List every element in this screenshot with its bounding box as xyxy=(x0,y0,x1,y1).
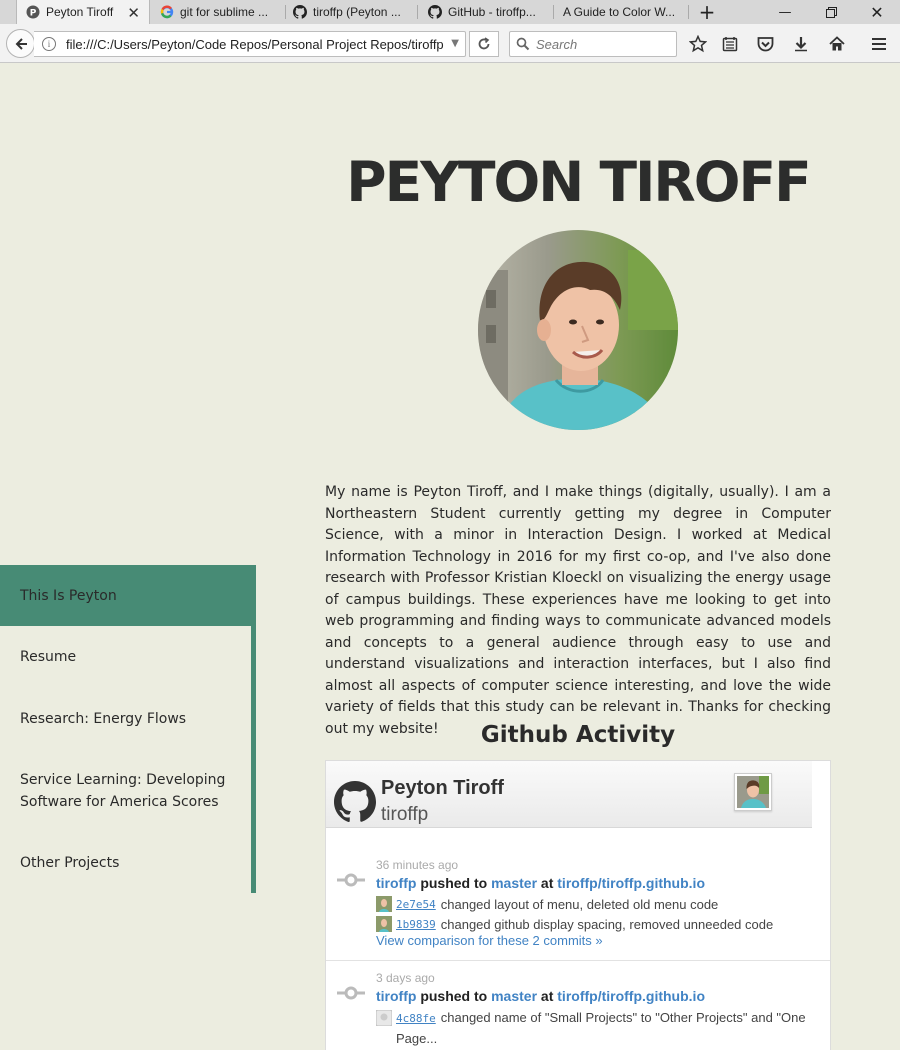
google-icon xyxy=(160,5,174,19)
back-arrow-icon xyxy=(15,37,27,50)
reload-button[interactable] xyxy=(469,31,499,57)
bio-paragraph: My name is Peyton Tiroff, and I make thi… xyxy=(325,484,831,737)
navigation-toolbar: i file:///C:/Users/Peyton/Code Repos/Per… xyxy=(0,24,900,63)
tab-github-tiroffp[interactable]: GitHub - tiroffp... xyxy=(426,0,554,24)
event-summary: tiroffp pushed to master at tiroffp/tiro… xyxy=(376,988,705,1004)
site-p-icon: P xyxy=(26,5,40,19)
home-icon xyxy=(829,35,845,50)
event-at: at xyxy=(540,875,554,891)
commit-entry: 1b9839 changed github display spacing, r… xyxy=(376,916,773,932)
commit-avatar-icon xyxy=(376,896,392,912)
pocket-button[interactable] xyxy=(750,24,780,63)
github-event: 3 days ago tiroffp pushed to master at t… xyxy=(326,960,830,1050)
url-bar[interactable]: i file:///C:/Users/Peyton/Code Repos/Per… xyxy=(34,31,466,57)
search-box[interactable] xyxy=(509,31,677,57)
menu-item-label: Other Projects xyxy=(20,855,120,871)
bookmark-star-button[interactable] xyxy=(683,24,713,63)
page-content: PEYTON TIROFF My name is Peyton Tiroff, … xyxy=(0,63,900,1050)
menu-item-this-is-peyton[interactable]: This Is Peyton xyxy=(0,565,256,626)
url-dropdown-icon[interactable]: ▼ xyxy=(451,38,459,49)
tab-git-for-sublime[interactable]: git for sublime ... xyxy=(158,0,286,24)
download-button[interactable] xyxy=(786,24,816,63)
event-at: at xyxy=(540,988,554,1004)
event-branch-link[interactable]: master xyxy=(491,988,537,1004)
tab-label: git for sublime ... xyxy=(180,5,269,19)
tab-label: A Guide to Color W... xyxy=(563,5,676,19)
search-input[interactable] xyxy=(536,36,671,53)
hamburger-menu-icon xyxy=(872,37,886,50)
menu-item-label: This Is Peyton xyxy=(20,588,117,604)
github-icon xyxy=(293,5,307,19)
menu-item-label: Service Learning: Developing Software fo… xyxy=(20,772,226,810)
tab-color-guide[interactable]: A Guide to Color W... xyxy=(563,0,689,24)
svg-text:P: P xyxy=(30,9,37,19)
tab-label: tiroffp (Peyton ... xyxy=(313,5,401,19)
tab-tiroffp-github[interactable]: tiroffp (Peyton ... xyxy=(291,0,418,24)
menu-item-label: Resume xyxy=(20,649,77,665)
event-time: 3 days ago xyxy=(376,971,435,985)
commit-message: changed name of "Small Projects" to "Oth… xyxy=(396,1010,806,1046)
url-text[interactable]: file:///C:/Users/Peyton/Code Repos/Perso… xyxy=(66,37,444,53)
github-activity-heading: Github Activity xyxy=(480,722,676,748)
tab-peyton-tiroff[interactable]: P Peyton Tiroff ✕ xyxy=(16,0,150,24)
event-user-link[interactable]: tiroffp xyxy=(376,875,416,891)
view-comparison-link[interactable]: View comparison for these 2 commits » xyxy=(376,933,603,948)
tab-label: GitHub - tiroffp... xyxy=(448,5,536,19)
event-time: 36 minutes ago xyxy=(376,858,459,872)
back-button[interactable] xyxy=(6,29,35,58)
bookmark-star-icon xyxy=(689,34,707,52)
search-icon xyxy=(516,37,530,51)
menu-item-service-learning[interactable]: Service Learning: Developing Software fo… xyxy=(0,769,240,813)
restore-icon xyxy=(825,6,837,18)
reading-list-icon xyxy=(722,36,738,51)
commit-avatar-icon xyxy=(376,916,392,932)
commit-sha-link[interactable]: 2e7e54 xyxy=(396,898,436,911)
event-repo-link[interactable]: tiroffp/tiroffp.github.io xyxy=(557,875,705,891)
close-tab-icon[interactable]: ✕ xyxy=(127,4,140,22)
github-user-name[interactable]: Peyton Tiroff xyxy=(381,777,504,800)
site-info-icon[interactable]: i xyxy=(42,37,56,51)
github-user-login[interactable]: tiroffp xyxy=(381,804,428,826)
github-avatar[interactable] xyxy=(734,773,772,811)
commit-sha-link[interactable]: 1b9839 xyxy=(396,918,436,931)
github-activity-widget: Peyton Tiroff tiroffp 36 minutes ago tir… xyxy=(325,760,831,1050)
reload-icon xyxy=(478,37,490,50)
event-repo-link[interactable]: tiroffp/tiroffp.github.io xyxy=(557,988,705,1004)
commit-entry: 4c88fe changed name of "Small Projects" t… xyxy=(376,1008,816,1049)
download-icon xyxy=(795,36,807,51)
tab-strip: P Peyton Tiroff ✕ git for sublime ... ti… xyxy=(0,0,900,24)
profile-photo xyxy=(478,230,678,430)
menu-item-resume[interactable]: Resume xyxy=(0,646,251,668)
event-user-link[interactable]: tiroffp xyxy=(376,988,416,1004)
github-event: 36 minutes ago tiroffp pushed to master … xyxy=(326,828,830,960)
commit-entry: 2e7e54 changed layout of menu, deleted o… xyxy=(376,896,718,912)
new-tab-button[interactable]: + xyxy=(690,0,724,24)
restore-button[interactable] xyxy=(808,0,854,24)
page-title: PEYTON TIROFF xyxy=(346,150,811,214)
event-branch-link[interactable]: master xyxy=(491,875,537,891)
menu-button[interactable] xyxy=(864,24,894,63)
commit-push-icon xyxy=(337,873,365,887)
event-action: pushed to xyxy=(420,988,488,1004)
github-widget-header: Peyton Tiroff tiroffp xyxy=(326,761,812,828)
home-button[interactable] xyxy=(822,24,852,63)
pocket-icon xyxy=(757,36,773,51)
commit-sha-link[interactable]: 4c88fe xyxy=(396,1012,436,1025)
tab-label: Peyton Tiroff xyxy=(46,5,114,19)
commit-push-icon xyxy=(337,986,365,1000)
event-summary: tiroffp pushed to master at tiroffp/tiro… xyxy=(376,875,705,891)
menu-item-other-projects[interactable]: Other Projects xyxy=(0,852,251,874)
side-menu: This Is Peyton Resume Research: Energy F… xyxy=(0,565,256,893)
commit-message: changed github display spacing, removed … xyxy=(440,916,774,932)
menu-item-label: Research: Energy Flows xyxy=(20,711,187,727)
commit-message: changed layout of menu, deleted old menu… xyxy=(440,896,719,912)
commit-avatar-icon xyxy=(376,1010,392,1026)
github-octocat-icon[interactable] xyxy=(334,781,376,823)
close-window-button[interactable]: ✕ xyxy=(854,0,900,24)
reading-list-button[interactable] xyxy=(715,24,745,63)
menu-item-research-energy-flows[interactable]: Research: Energy Flows xyxy=(0,708,251,730)
github-icon xyxy=(428,5,442,19)
event-action: pushed to xyxy=(420,875,488,891)
minimize-button[interactable]: — xyxy=(762,0,808,24)
